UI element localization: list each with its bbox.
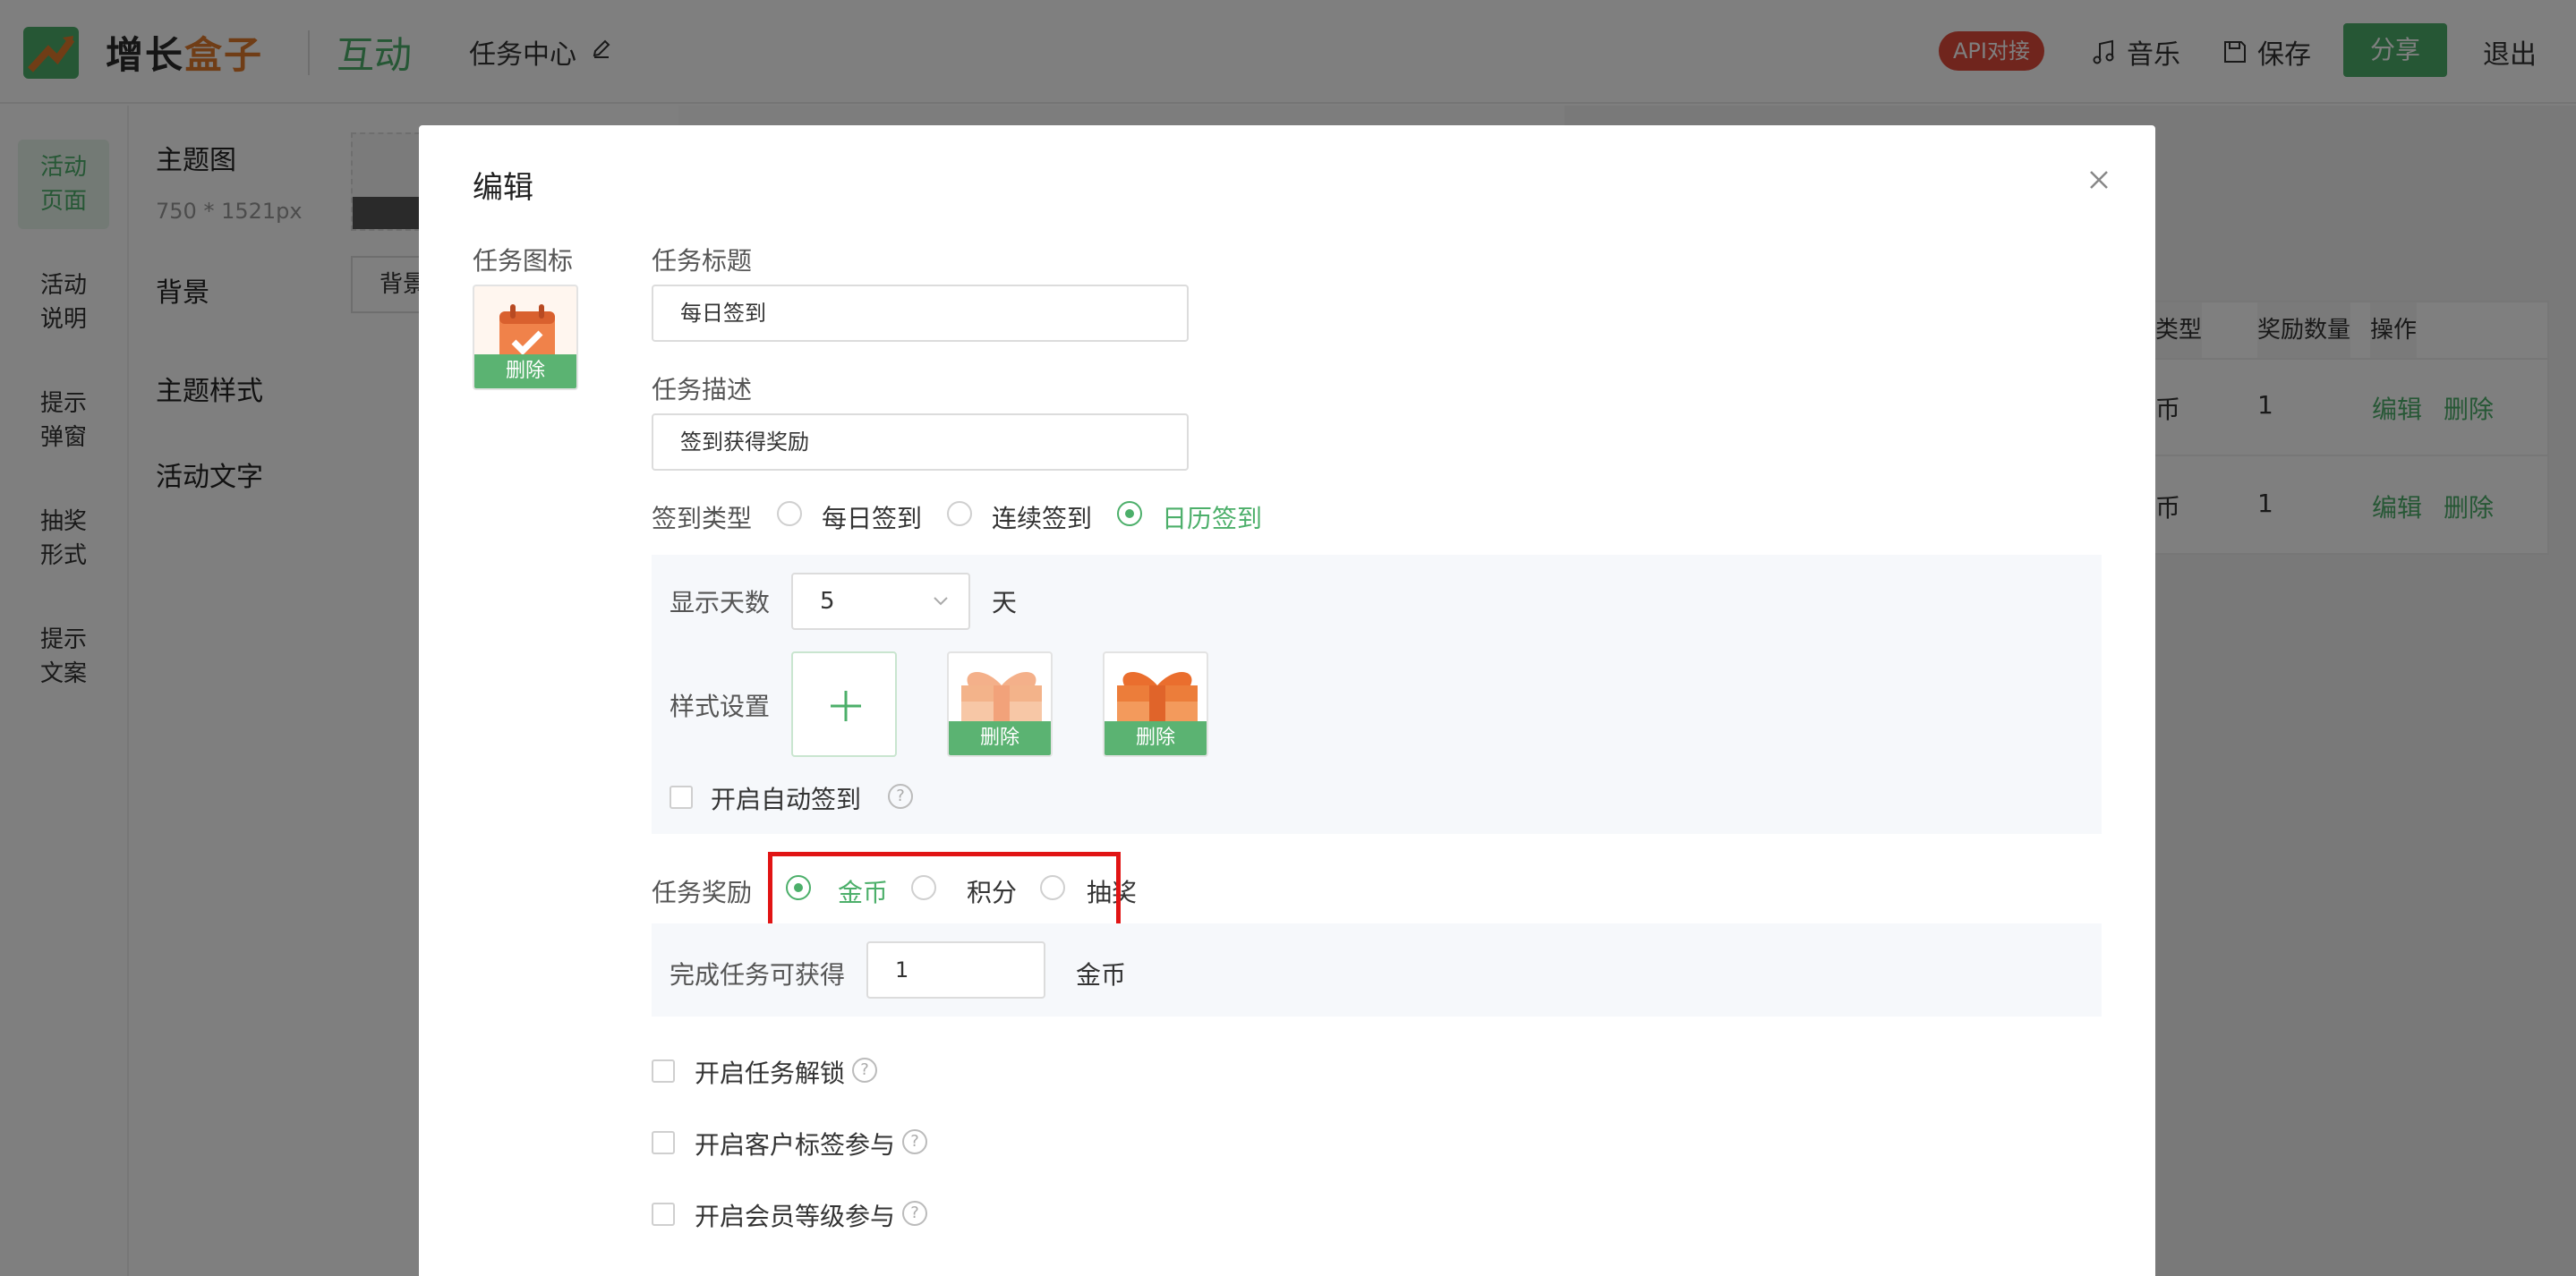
checkin-continuous-label[interactable]: 连续签到 (992, 499, 1092, 535)
task-desc-label: 任务描述 (652, 375, 753, 404)
style-tile-dark[interactable]: 删除 (1103, 651, 1208, 757)
help-icon[interactable]: ? (852, 1058, 877, 1083)
member-level-checkbox[interactable] (652, 1203, 675, 1226)
task-title-label: 任务标题 (652, 246, 753, 276)
checkin-calendar-radio[interactable] (1117, 501, 1142, 526)
task-icon-tile[interactable]: 删除 (473, 285, 578, 390)
display-days-select[interactable]: 5 (791, 573, 970, 630)
close-icon[interactable] (2086, 166, 2112, 193)
checkin-daily-label[interactable]: 每日签到 (822, 499, 922, 535)
help-icon[interactable]: ? (902, 1201, 927, 1226)
help-icon[interactable]: ? (888, 784, 913, 809)
checkin-daily-radio[interactable] (777, 501, 802, 526)
display-days-value: 5 (820, 588, 835, 615)
modal-title: 编辑 (473, 170, 533, 206)
task-title-input[interactable]: 每日签到 (652, 285, 1189, 342)
customer-tag-label[interactable]: 开启客户标签参与 (695, 1126, 895, 1161)
complete-reward-label: 完成任务可获得 (670, 960, 846, 990)
add-style-button[interactable] (791, 651, 897, 757)
display-days-label: 显示天数 (670, 588, 771, 617)
style-light-delete-button[interactable]: 删除 (949, 721, 1051, 755)
checkin-continuous-radio[interactable] (947, 501, 972, 526)
auto-checkin-label[interactable]: 开启自动签到 (711, 780, 861, 816)
checkin-type-label: 签到类型 (652, 504, 753, 533)
reward-label: 任务奖励 (652, 878, 753, 907)
task-unlock-checkbox[interactable] (652, 1059, 675, 1083)
style-dark-delete-button[interactable]: 删除 (1105, 721, 1207, 755)
checkin-calendar-label[interactable]: 日历签到 (1162, 499, 1262, 535)
member-level-label[interactable]: 开启会员等级参与 (695, 1197, 895, 1233)
task-icon-label: 任务图标 (473, 246, 574, 276)
plus-icon (831, 691, 861, 721)
reward-amount-input[interactable]: 1 (866, 941, 1045, 999)
task-unlock-label[interactable]: 开启任务解锁 (695, 1054, 845, 1090)
display-days-unit: 天 (992, 588, 1018, 617)
edit-modal: 编辑 任务图标 删除 任务标题 每日签到 任务描述 签到获得奖励 签到类型 每日… (419, 125, 2155, 1276)
customer-tag-checkbox[interactable] (652, 1131, 675, 1154)
auto-checkin-checkbox[interactable] (670, 786, 693, 809)
reward-highlight-box (768, 852, 1121, 929)
task-desc-input[interactable]: 签到获得奖励 (652, 413, 1189, 471)
style-tile-light[interactable]: 删除 (947, 651, 1053, 757)
chevron-down-icon (934, 597, 948, 606)
reward-amount-unit: 金币 (1076, 960, 1127, 990)
help-icon[interactable]: ? (902, 1129, 927, 1154)
style-settings-label: 样式设置 (670, 692, 771, 721)
task-icon-delete-button[interactable]: 删除 (474, 354, 576, 388)
